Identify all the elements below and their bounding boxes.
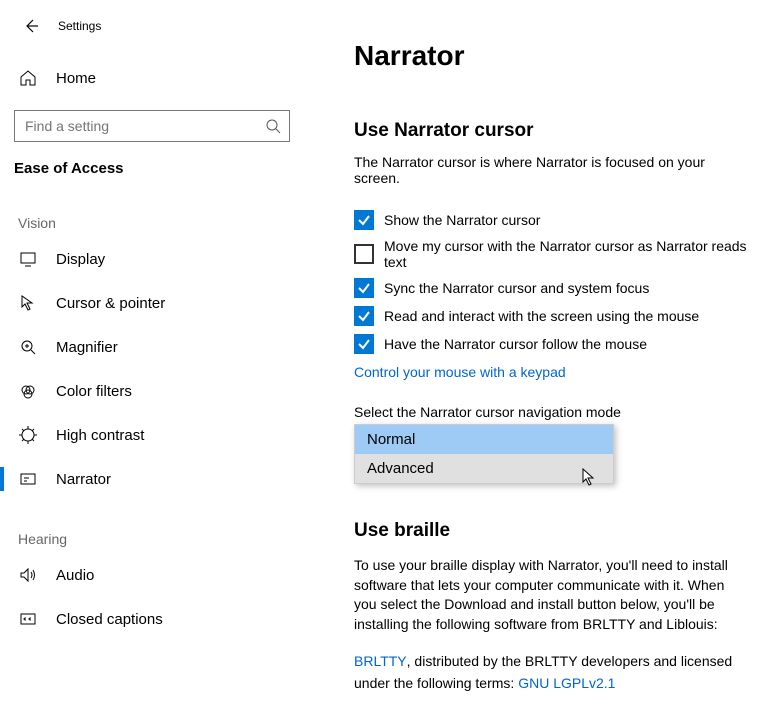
sidebar-item-audio[interactable]: Audio — [0, 553, 318, 597]
sidebar-item-narrator[interactable]: Narrator — [0, 457, 318, 501]
sidebar-item-label: Magnifier — [56, 339, 118, 356]
checkbox-label: Show the Narrator cursor — [384, 212, 540, 228]
sidebar-item-label: Cursor & pointer — [56, 295, 165, 312]
section-header: Ease of Access — [0, 142, 318, 185]
page-title: Narrator — [354, 40, 748, 72]
sidebar: Settings Home Ease of Access Vision Displ… — [0, 0, 318, 706]
closed-captions-icon — [18, 609, 38, 629]
sidebar-item-cursor-pointer[interactable]: Cursor & pointer — [0, 281, 318, 325]
back-arrow-icon — [23, 18, 39, 34]
sidebar-item-label: Audio — [56, 567, 94, 584]
search-box[interactable] — [14, 110, 290, 142]
sidebar-item-label: Closed captions — [56, 611, 163, 628]
checkbox-row[interactable]: Have the Narrator cursor follow the mous… — [354, 334, 748, 354]
home-label: Home — [56, 70, 96, 87]
checkbox[interactable] — [354, 244, 374, 264]
link-control-mouse-keypad[interactable]: Control your mouse with a keypad — [354, 364, 566, 380]
checkbox[interactable] — [354, 306, 374, 326]
checkbox-label: Read and interact with the screen using … — [384, 308, 699, 324]
braille-license-line: BRLTTY, distributed by the BRLTTY develo… — [354, 650, 748, 693]
sidebar-item-color-filters[interactable]: Color filters — [0, 369, 318, 413]
sidebar-group-label: Hearing — [0, 501, 318, 553]
sidebar-item-high-contrast[interactable]: High contrast — [0, 413, 318, 457]
search-icon — [265, 118, 281, 134]
checkbox-row[interactable]: Read and interact with the screen using … — [354, 306, 748, 326]
sidebar-item-label: Display — [56, 251, 105, 268]
sidebar-group-label: Vision — [0, 185, 318, 237]
app-title: Settings — [58, 19, 101, 33]
dropdown-option[interactable]: Normal — [355, 425, 613, 454]
checkbox[interactable] — [354, 210, 374, 230]
sidebar-item-home[interactable]: Home — [0, 56, 318, 100]
color-filters-icon — [18, 381, 38, 401]
home-icon — [18, 68, 38, 88]
display-icon — [18, 249, 38, 269]
narrator-icon — [18, 469, 38, 489]
section-heading-braille: Use braille — [354, 520, 748, 542]
checkbox-row[interactable]: Move my cursor with the Narrator cursor … — [354, 238, 748, 270]
checkbox[interactable] — [354, 278, 374, 298]
checkbox[interactable] — [354, 334, 374, 354]
high-contrast-icon — [18, 425, 38, 445]
back-button[interactable] — [18, 13, 44, 39]
checkbox-label: Sync the Narrator cursor and system focu… — [384, 280, 649, 296]
search-input[interactable] — [23, 117, 265, 135]
main-content: Narrator Use Narrator cursor The Narrato… — [318, 0, 768, 706]
sidebar-item-display[interactable]: Display — [0, 237, 318, 281]
link-lgpl[interactable]: GNU LGPLv2.1 — [518, 674, 615, 694]
sidebar-item-closed-captions[interactable]: Closed captions — [0, 597, 318, 641]
cursor-pointer-icon — [18, 293, 38, 313]
section-heading-cursor: Use Narrator cursor — [354, 120, 748, 142]
checkbox-label: Move my cursor with the Narrator cursor … — [384, 238, 748, 270]
link-brltty[interactable]: BRLTTY — [354, 652, 407, 672]
braille-desc: To use your braille display with Narrato… — [354, 556, 748, 634]
sidebar-item-label: High contrast — [56, 427, 144, 444]
select-label-nav-mode: Select the Narrator cursor navigation mo… — [354, 404, 748, 420]
dropdown-nav-mode[interactable]: NormalAdvanced — [354, 424, 614, 484]
audio-icon — [18, 565, 38, 585]
checkbox-row[interactable]: Sync the Narrator cursor and system focu… — [354, 278, 748, 298]
dropdown-option[interactable]: Advanced — [355, 454, 613, 483]
sidebar-item-magnifier[interactable]: Magnifier — [0, 325, 318, 369]
checkbox-row[interactable]: Show the Narrator cursor — [354, 210, 748, 230]
sidebar-item-label: Narrator — [56, 471, 111, 488]
magnifier-icon — [18, 337, 38, 357]
checkbox-label: Have the Narrator cursor follow the mous… — [384, 336, 647, 352]
sidebar-item-label: Color filters — [56, 383, 132, 400]
section-desc-cursor: The Narrator cursor is where Narrator is… — [354, 154, 748, 186]
